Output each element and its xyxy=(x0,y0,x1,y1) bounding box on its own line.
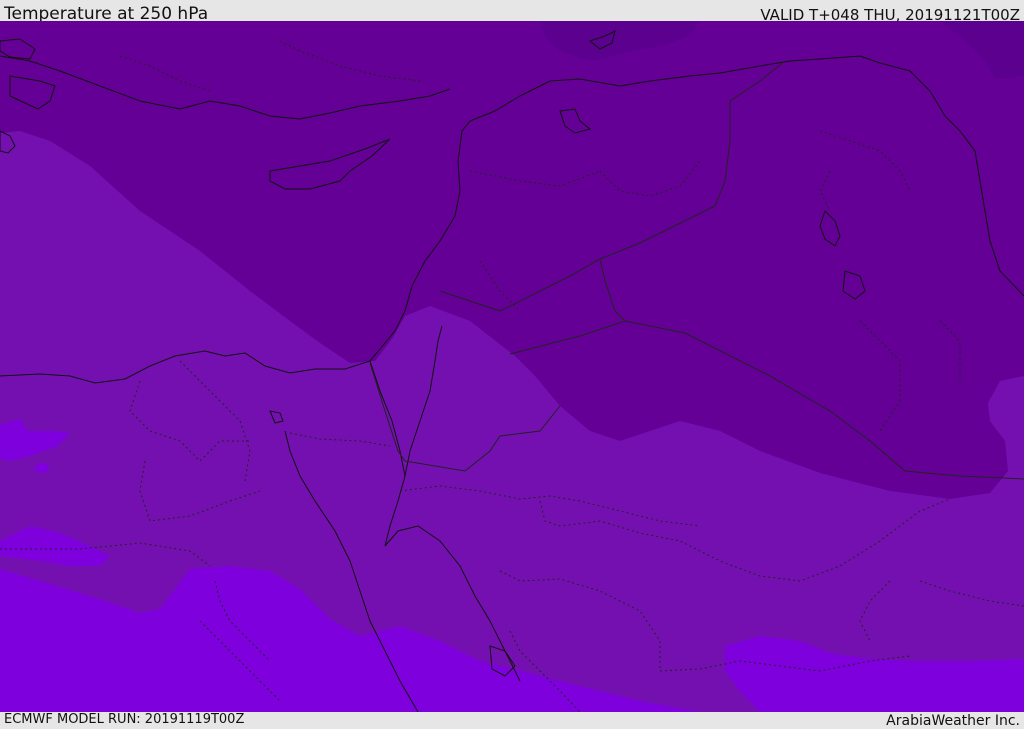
header-bar: Temperature at 250 hPa VALID T+048 THU, … xyxy=(0,0,1024,24)
temperature-map[interactable] xyxy=(0,21,1024,712)
model-run: ECMWF MODEL RUN: 20191119T00Z xyxy=(4,712,245,727)
footer-bar: ECMWF MODEL RUN: 20191119T00Z ArabiaWeat… xyxy=(0,712,1024,729)
temperature-band-light-dot xyxy=(35,463,49,473)
credit-text: ArabiaWeather Inc. xyxy=(886,713,1020,729)
map-area[interactable] xyxy=(0,21,1024,712)
map-frame: Temperature at 250 hPa VALID T+048 THU, … xyxy=(0,0,1024,729)
